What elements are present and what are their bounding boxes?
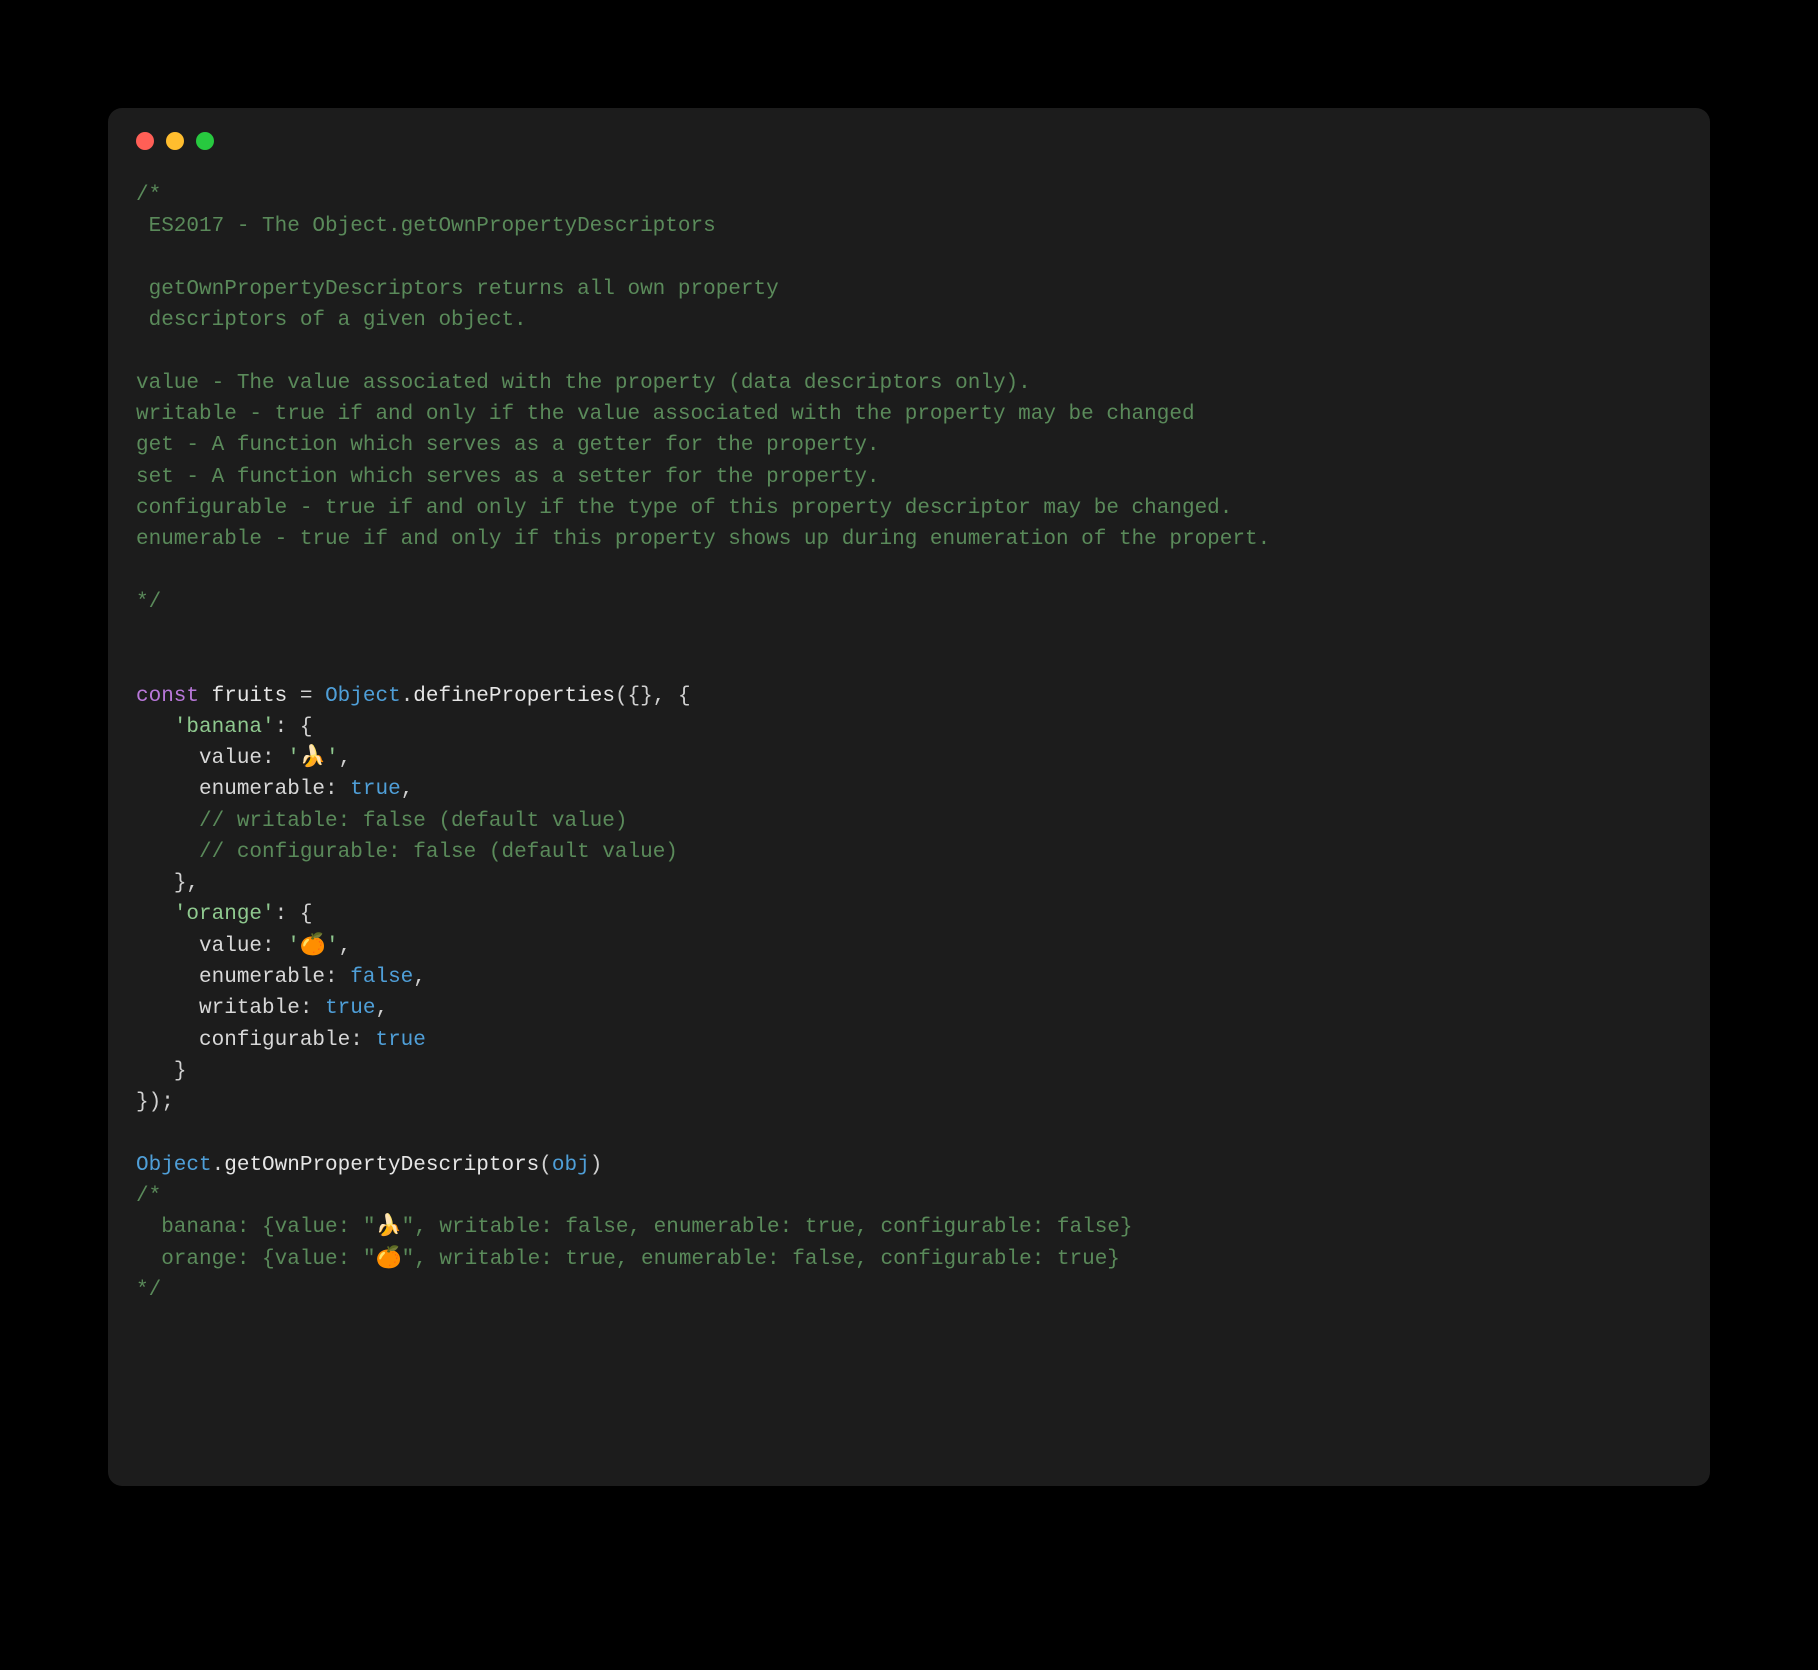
punct: , [339,935,352,958]
comment-line: /* [136,184,161,207]
comment-line: get - A function which serves as a gette… [136,434,880,457]
comment-line: */ [136,591,161,614]
punct: , [186,872,199,895]
punct: , [401,778,414,801]
punct: }); [136,1091,174,1114]
code-block: /* ES2017 - The Object.getOwnPropertyDes… [108,180,1710,1334]
punct: : [350,1029,375,1052]
bool-true: true [350,778,400,801]
class-object: Object [325,685,401,708]
comment-line: descriptors of a given object. [136,309,527,332]
string-banana-key: 'banana' [174,716,275,739]
punct: ( [539,1154,552,1177]
comment-line: configurable - true if and only if the t… [136,497,1232,520]
comment-line: */ [136,1279,161,1302]
bool-false: false [350,966,413,989]
comment-line: // writable: false (default value) [199,810,627,833]
comment-line: value - The value associated with the pr… [136,372,1031,395]
comment-line: writable - true if and only if the value… [136,403,1195,426]
close-icon[interactable] [136,132,154,150]
fn-getownpropdesc: getOwnPropertyDescriptors [224,1154,539,1177]
prop-configurable: configurable [199,1029,350,1052]
identifier-fruits: fruits [212,685,288,708]
bool-true: true [375,1029,425,1052]
comment-line: orange: {value: "🍊", writable: true, enu… [136,1248,1120,1271]
comment-line: getOwnPropertyDescriptors returns all ow… [136,278,779,301]
comment-line: enumerable - true if and only if this pr… [136,528,1270,551]
comment-line: set - A function which serves as a sette… [136,466,880,489]
prop-writable: writable [199,997,300,1020]
prop-enumerable: enumerable [199,966,325,989]
punct: , [413,966,426,989]
keyword-const: const [136,685,199,708]
bool-true: true [325,997,375,1020]
punct: = [287,685,325,708]
comment-line: ES2017 - The Object.getOwnPropertyDescri… [136,215,716,238]
code-window: /* ES2017 - The Object.getOwnPropertyDes… [108,108,1710,1486]
punct: : [262,935,287,958]
string-orange-key: 'orange' [174,903,275,926]
fn-defineproperties: defineProperties [413,685,615,708]
punct: : [325,778,350,801]
comment-line: /* [136,1185,161,1208]
window-controls [108,132,1710,150]
punct: , [375,997,388,1020]
comment-line: banana: {value: "🍌", writable: false, en… [136,1216,1133,1239]
prop-value: value [199,747,262,770]
class-object: Object [136,1154,212,1177]
punct: ) [590,1154,603,1177]
punct: : [262,747,287,770]
punct: : { [275,716,313,739]
minimize-icon[interactable] [166,132,184,150]
punct: . [212,1154,225,1177]
punct: . [401,685,414,708]
punct: ({}, { [615,685,691,708]
punct: : { [275,903,313,926]
punct: } [174,1060,187,1083]
punct: : [300,997,325,1020]
string-orange-emoji: '🍊' [287,935,338,958]
punct: } [174,872,187,895]
prop-enumerable: enumerable [199,778,325,801]
punct: , [339,747,352,770]
arg-obj: obj [552,1154,590,1177]
comment-line: // configurable: false (default value) [199,841,678,864]
maximize-icon[interactable] [196,132,214,150]
punct: : [325,966,350,989]
string-banana-emoji: '🍌' [287,747,338,770]
prop-value: value [199,935,262,958]
